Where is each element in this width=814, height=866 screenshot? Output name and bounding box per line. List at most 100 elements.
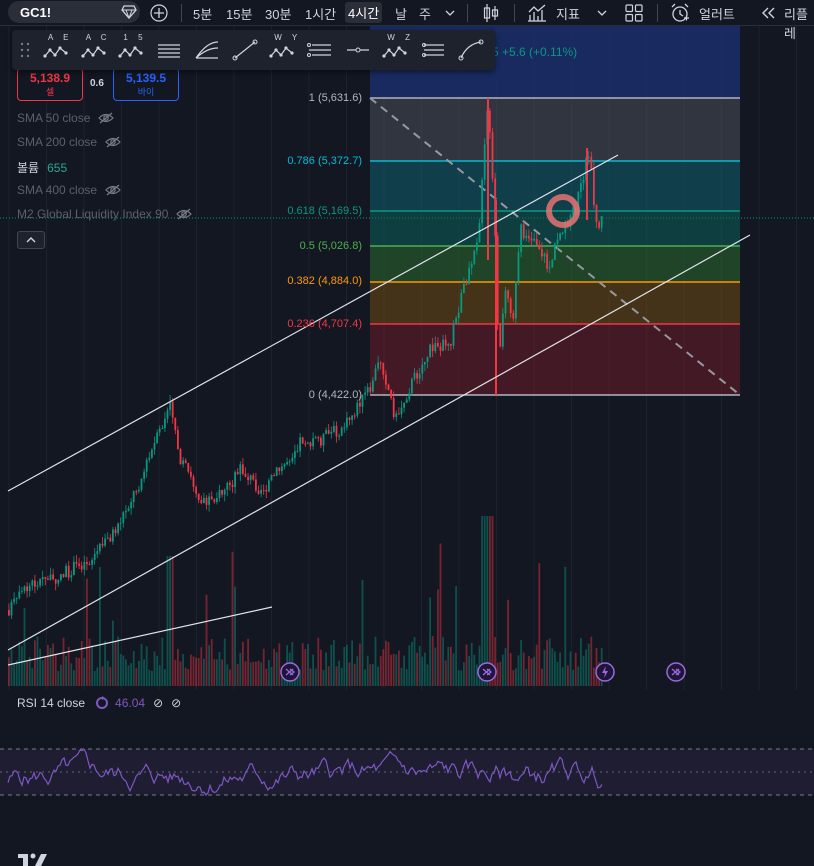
interval-dropdown[interactable] xyxy=(443,3,457,23)
sell-button[interactable]: 5,138.9 셀 xyxy=(17,68,83,101)
abcd-pattern-tool[interactable]: A E xyxy=(42,33,70,64)
rsi-pane[interactable] xyxy=(0,692,814,866)
candle-body xyxy=(257,490,260,494)
volume-bar xyxy=(499,661,502,686)
candle-body xyxy=(80,565,83,570)
add-symbol-button[interactable] xyxy=(148,3,170,23)
indicators-button-icon[interactable] xyxy=(526,3,548,23)
candle-body xyxy=(138,489,140,492)
candle-body xyxy=(452,323,455,346)
interval-15m[interactable]: 15분 xyxy=(226,4,252,23)
price-chart[interactable] xyxy=(0,26,814,690)
volume-bar xyxy=(530,658,533,686)
replay-button[interactable]: 리플레 xyxy=(784,4,814,42)
candle-body xyxy=(340,427,343,436)
volume-bar xyxy=(49,648,52,686)
volume-bar xyxy=(270,666,273,686)
eye-off-icon[interactable] xyxy=(98,112,115,124)
indicators-dropdown[interactable] xyxy=(596,3,608,23)
diamond-icon xyxy=(121,5,137,19)
buy-button[interactable]: 5,139.5 바이 xyxy=(113,68,179,101)
pitchfork-tool[interactable] xyxy=(419,36,447,64)
chart-type-button[interactable] xyxy=(480,3,502,23)
candle-body xyxy=(101,543,104,546)
spread-value: 0.6 xyxy=(90,78,104,89)
alert-button-icon[interactable] xyxy=(669,3,691,23)
interval-30m[interactable]: 30분 xyxy=(265,4,291,23)
eye-off-icon[interactable] xyxy=(105,184,121,196)
candle-body xyxy=(213,499,216,502)
volume-bar xyxy=(434,647,437,686)
interval-4h[interactable]: 4시간 xyxy=(345,2,383,23)
indicator-label: SMA 200 close xyxy=(17,135,98,149)
candle-body xyxy=(62,574,65,578)
wxy-wave-tool[interactable]: W Y xyxy=(268,33,297,64)
drag-handle-icon[interactable] xyxy=(20,42,30,58)
wxyz-wave-tool[interactable]: W Z xyxy=(381,33,410,64)
candle-body xyxy=(478,223,481,243)
volume-bar xyxy=(585,649,587,686)
collapse-legend-button[interactable] xyxy=(17,231,45,249)
range-day[interactable]: 날 xyxy=(395,4,407,23)
volume-bar xyxy=(564,566,567,686)
interval-5m[interactable]: 5분 xyxy=(193,4,212,23)
indicator-sma400[interactable]: SMA 400 close xyxy=(17,183,121,197)
interval-1h[interactable]: 1시간 xyxy=(305,4,336,23)
volume-bar xyxy=(203,658,205,686)
symbol-search[interactable]: GC1! xyxy=(8,1,140,23)
layout-button[interactable] xyxy=(623,3,645,23)
horizontal-ray-tool[interactable] xyxy=(344,36,372,64)
candle-body xyxy=(262,489,265,491)
candle-body xyxy=(528,235,530,239)
candle-body xyxy=(548,267,551,269)
candle-body xyxy=(83,562,86,570)
indicator-volume[interactable]: 볼륨 655 xyxy=(17,159,67,176)
dividend-event-icon[interactable] xyxy=(666,662,686,682)
tradingview-logo[interactable] xyxy=(18,852,50,866)
candle-body xyxy=(21,590,23,592)
volume-bar xyxy=(416,652,418,686)
horizontal-lines-tool[interactable] xyxy=(155,36,183,64)
range-week[interactable]: 주 xyxy=(419,4,431,23)
replay-button-icon[interactable] xyxy=(759,3,777,23)
fib-retracement[interactable] xyxy=(369,26,741,396)
candle-body xyxy=(164,418,166,429)
volume-bar xyxy=(496,662,499,686)
candle-body xyxy=(242,464,244,475)
volume-bar xyxy=(221,659,223,686)
eye-off-icon[interactable] xyxy=(105,136,121,148)
volume-bar xyxy=(96,667,99,686)
abcd-pattern-2-tool[interactable]: A C xyxy=(80,33,108,64)
fib-fan-tool[interactable] xyxy=(193,36,221,64)
refresh-icon[interactable] xyxy=(95,696,109,710)
lightning-event-icon[interactable] xyxy=(595,662,615,682)
candle-body xyxy=(379,362,382,364)
trend-line-tool[interactable] xyxy=(231,36,259,64)
volume-bar xyxy=(278,643,281,686)
volume-bar xyxy=(205,594,208,686)
candle-body xyxy=(109,537,112,542)
candle-body xyxy=(439,346,442,351)
volume-bar xyxy=(195,657,197,686)
eye-off-icon[interactable] xyxy=(176,208,193,220)
curve-tool[interactable] xyxy=(457,36,485,64)
volume-bar xyxy=(577,666,580,686)
fib-zone xyxy=(370,324,740,395)
dividend-event-icon[interactable] xyxy=(477,662,497,682)
elliott-wave-tool[interactable]: 1 5 xyxy=(117,33,145,64)
fib-retracement-tool[interactable] xyxy=(306,36,334,64)
alert-button[interactable]: 얼러트 xyxy=(699,4,735,23)
indicator-sma50[interactable]: SMA 50 close xyxy=(17,111,115,125)
candle-body xyxy=(403,402,405,408)
indicator-sma200[interactable]: SMA 200 close xyxy=(17,135,121,149)
dividend-event-icon[interactable] xyxy=(280,662,300,682)
indicator-m2-liquidity[interactable]: M2 Global Liquidity Index 90 xyxy=(17,207,193,221)
candle-body xyxy=(309,442,312,447)
candle-body xyxy=(582,180,585,184)
rsi-legend[interactable]: RSI 14 close 46.04 ⊘ ⊘ xyxy=(17,696,181,710)
indicators-button[interactable]: 지표 xyxy=(556,4,580,23)
candle-body xyxy=(91,559,93,565)
candle-body xyxy=(450,344,452,346)
fib-label-1: 1 (5,631.6) xyxy=(308,92,362,104)
volume-bar xyxy=(476,664,478,686)
